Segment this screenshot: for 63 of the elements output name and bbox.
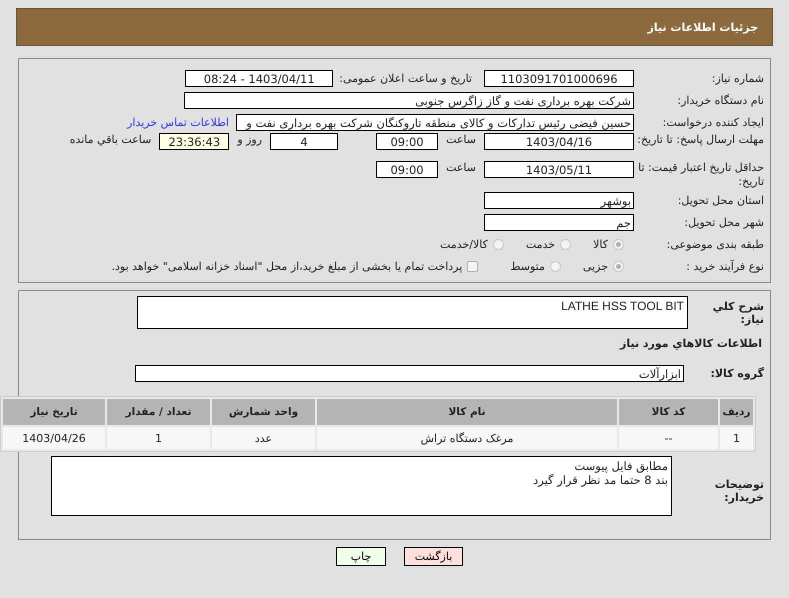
column-header: تعداد / مقدار <box>107 399 210 425</box>
checkbox-label: پرداخت تمام یا بخشی از مبلغ خرید،از محل "اسناد خزانه اسلامی" خواهد بود. <box>112 260 462 272</box>
field-label: استان محل تحویل: <box>676 194 764 206</box>
field-label: نوع فرآیند خرید : <box>685 260 764 272</box>
table-cell: مرغک دستگاه تراش <box>317 427 617 449</box>
field-label: حداقل تاریخ اعتبار قیمت: تا تاریخ: <box>637 161 764 189</box>
buyer-name-field: شرکت بهره برداری نفت و گاز زاگرس جنوبی <box>184 92 634 108</box>
remaining-time-field: 23:36:43 <box>159 133 230 150</box>
notes-line: مطابق فایل پیوست <box>574 459 668 473</box>
field-label: شماره نیاز: <box>710 72 764 84</box>
field-label: نام دستگاه خریدار: <box>676 94 764 106</box>
remaining-label: ساعت باقي مانده <box>70 133 152 146</box>
validity-time-field: 09:00 <box>376 161 438 178</box>
table-cell: -- <box>619 427 718 449</box>
field-label: شرح كلي نياز: <box>712 300 764 326</box>
radio-label: کالا <box>593 238 608 250</box>
field-label: توضیحات خریدار: <box>714 478 764 504</box>
field-label: تاریخ و ساعت اعلان عمومی: <box>339 72 472 84</box>
table-cell: 1403/04/26 <box>3 427 105 449</box>
radio-button[interactable] <box>560 238 572 250</box>
back-button[interactable]: بازگشت <box>404 547 463 566</box>
requester-field: حسین فیضی رئیس تدارکات و کالای منطقه تاروکنگان شرکت بهره برداری نفت و <box>236 114 634 130</box>
table-cell: عدد <box>212 427 315 449</box>
field-label: گروه کالا: <box>709 366 764 380</box>
time-label: ساعت <box>446 161 476 174</box>
field-label: طبقه بندی موضوعی: <box>666 238 764 250</box>
radio-button[interactable] <box>492 238 504 250</box>
table-cell: 1 <box>107 427 210 449</box>
time-label: ساعت <box>446 133 476 146</box>
description-textarea[interactable]: LATHE HSS TOOL BIT <box>137 296 688 329</box>
days-label: روز و <box>237 133 262 146</box>
column-header: واحد شمارش <box>212 399 315 425</box>
radio-label: جزیی <box>582 260 608 272</box>
field-label: ایجاد کننده درخواست: <box>662 116 764 128</box>
days-field: 4 <box>270 133 338 150</box>
announce-date-field: 1403/04/11 - 08:24 <box>185 70 334 86</box>
print-button[interactable]: چاپ <box>336 547 386 566</box>
radio-label: خدمت <box>526 238 556 250</box>
need-number-field: 1103091701000696 <box>484 70 634 86</box>
radio-button[interactable] <box>613 260 624 272</box>
province-field: بوشهر <box>484 192 634 208</box>
reply-date-field: 1403/04/16 <box>484 133 634 150</box>
radio-button[interactable] <box>550 260 561 272</box>
table-cell: 1 <box>720 427 753 449</box>
radio-label: متوسط <box>510 260 545 272</box>
column-header: ردیف <box>720 399 753 425</box>
radio-label: کالا/خدمت <box>440 238 488 250</box>
column-header: تاریخ نیاز <box>3 399 105 425</box>
page-title: جزئیات اطلاعات نیاز <box>648 20 758 34</box>
column-header: کد کالا <box>619 399 718 425</box>
field-label: شهر محل تحویل: <box>683 216 764 228</box>
section-heading: اطلاعات كالاهاي مورد نياز <box>618 337 763 350</box>
notes-line: بند 8 حتما مد نظر قرار گیرد <box>533 473 668 487</box>
goods-group-field: ابزارآلات <box>135 364 684 382</box>
checkbox[interactable] <box>467 260 478 272</box>
validity-date-field: 1403/05/11 <box>484 161 634 178</box>
field-label: مهلت ارسال پاسخ: تا تاریخ: <box>636 133 764 147</box>
buyer-notes-textarea[interactable]: مطابق فایل پیوست بند 8 حتما مد نظر قرار گیرد <box>51 456 672 516</box>
buyer-contact-link[interactable]: اطلاعات تماس خریدار <box>127 116 229 128</box>
column-header: نام کالا <box>317 399 617 425</box>
city-field: جم <box>484 214 634 230</box>
reply-time-field: 09:00 <box>376 133 438 150</box>
radio-button[interactable] <box>613 238 624 250</box>
